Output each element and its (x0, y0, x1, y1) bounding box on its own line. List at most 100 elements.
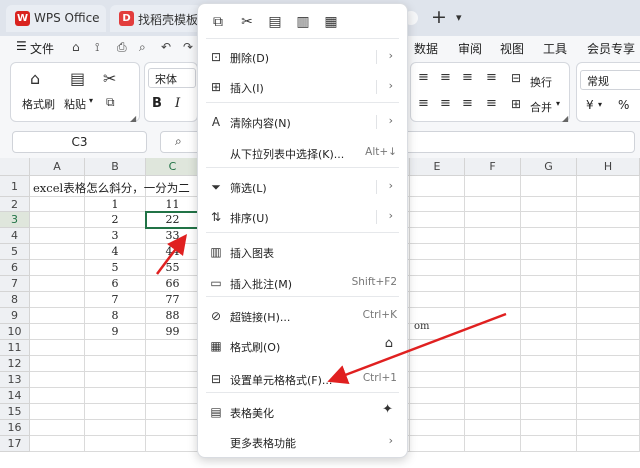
column-header-g[interactable]: G (521, 158, 577, 176)
row-header-13[interactable]: 13 (0, 372, 30, 388)
italic-button[interactable]: I (175, 96, 180, 111)
cell-f10[interactable] (465, 324, 521, 340)
menu-item-format-cells[interactable]: ⊟ 设置单元格格式(F)... Ctrl+1 (198, 364, 407, 394)
menu-file[interactable]: 文件 (30, 40, 54, 57)
row-header-10[interactable]: 10 (0, 324, 30, 340)
cell-b9[interactable]: 8 (85, 308, 146, 324)
cell-a14[interactable] (30, 388, 85, 404)
cell-g8[interactable] (521, 292, 577, 308)
menu-review[interactable]: 审阅 (458, 40, 482, 57)
magic-wand-icon[interactable]: ✦ (382, 402, 393, 417)
align-left-icon[interactable]: ≡ (418, 96, 429, 111)
cell-f8[interactable] (465, 292, 521, 308)
cell-g17[interactable] (521, 436, 577, 452)
cell-h11[interactable] (577, 340, 640, 356)
align-center-icon[interactable]: ≡ (440, 96, 451, 111)
cell-a16[interactable] (30, 420, 85, 436)
cell-c17[interactable] (146, 436, 200, 452)
cell-f15[interactable] (465, 404, 521, 420)
cell-a6[interactable] (30, 260, 85, 276)
paste-special-icon[interactable]: ▦ (321, 12, 341, 32)
cell-h6[interactable] (577, 260, 640, 276)
cell-e8[interactable] (410, 292, 465, 308)
percent-button[interactable]: % (618, 98, 629, 112)
cell-a15[interactable] (30, 404, 85, 420)
cell-h8[interactable] (577, 292, 640, 308)
cell-g11[interactable] (521, 340, 577, 356)
column-header-e[interactable]: E (410, 158, 465, 176)
menu-item-item-3[interactable]: 从下拉列表中选择(K)... Alt+↓ (198, 138, 407, 168)
tab-template-store[interactable]: D 找稻壳模板 (110, 5, 202, 32)
cell-c8[interactable]: 77 (146, 292, 200, 308)
merge-chevron-icon[interactable]: ▾ (556, 99, 560, 108)
cell-g14[interactable] (521, 388, 577, 404)
menu-view[interactable]: 视图 (500, 40, 524, 57)
row-header-9[interactable]: 9 (0, 308, 30, 324)
menu-item-item-12[interactable]: 更多表格功能 › (198, 427, 407, 457)
copy-icon[interactable]: ⧉ (208, 12, 228, 32)
bold-button[interactable]: B (152, 96, 162, 111)
dialog-launcher-icon[interactable]: ◢ (130, 114, 136, 123)
cell-a11[interactable] (30, 340, 85, 356)
cell-h14[interactable] (577, 388, 640, 404)
column-header-c[interactable]: C (146, 158, 200, 176)
cell-b5[interactable]: 4 (85, 244, 146, 260)
row-header-1[interactable]: 1 (0, 176, 30, 197)
cell-g13[interactable] (521, 372, 577, 388)
cell-c2[interactable]: 11 (146, 197, 200, 212)
paste-icon[interactable]: ▤ (70, 69, 85, 88)
redo-icon[interactable]: ↷ (183, 40, 193, 54)
format-painter-icon[interactable]: ⌂ (385, 336, 393, 351)
cell-c12[interactable] (146, 356, 200, 372)
row-header-4[interactable]: 4 (0, 228, 30, 244)
cell-h10[interactable] (577, 324, 640, 340)
dialog-launcher-icon[interactable]: ◢ (562, 114, 568, 123)
cell-g2[interactable] (521, 197, 577, 212)
cell-e17[interactable] (410, 436, 465, 452)
font-name-select[interactable]: 宋体 (148, 68, 196, 88)
cell-f4[interactable] (465, 228, 521, 244)
cell-h2[interactable] (577, 197, 640, 212)
cell-a2[interactable] (30, 197, 85, 212)
merge-icon[interactable]: ⊞ (511, 97, 521, 111)
cell-g9[interactable] (521, 308, 577, 324)
currency-button[interactable]: ¥ (586, 98, 594, 112)
row-header-17[interactable]: 17 (0, 436, 30, 452)
menu-item-comment[interactable]: ▭ 插入批注(M) Shift+F2 (198, 268, 407, 298)
orientation-icon[interactable]: ≡ (486, 70, 497, 85)
cell-c10[interactable]: 99 (146, 324, 200, 340)
tab-list-chevron-icon[interactable]: ▾ (456, 11, 462, 24)
cell-h4[interactable] (577, 228, 640, 244)
cell-f7[interactable] (465, 276, 521, 292)
cell-a8[interactable] (30, 292, 85, 308)
cell-e1[interactable] (410, 176, 465, 197)
cell-g4[interactable] (521, 228, 577, 244)
cell-f2[interactable] (465, 197, 521, 212)
cell-a5[interactable] (30, 244, 85, 260)
paste-button[interactable]: 粘贴 (64, 96, 86, 112)
row-header-7[interactable]: 7 (0, 276, 30, 292)
column-header-h[interactable]: H (577, 158, 640, 176)
row-header-5[interactable]: 5 (0, 244, 30, 260)
cell-a9[interactable] (30, 308, 85, 324)
cell-g16[interactable] (521, 420, 577, 436)
cell-c14[interactable] (146, 388, 200, 404)
cell-h3[interactable] (577, 212, 640, 228)
cell-g15[interactable] (521, 404, 577, 420)
menu-item-sort[interactable]: ⇅ 排序(U) › (198, 202, 407, 232)
cell-c6[interactable]: 55 (146, 260, 200, 276)
cut-icon[interactable]: ✂ (237, 12, 257, 32)
menu-item-brush[interactable]: ▦ 格式刷(O) ⌂ (198, 331, 407, 361)
cell-f16[interactable] (465, 420, 521, 436)
row-header-2[interactable]: 2 (0, 197, 30, 212)
new-tab-plus-icon[interactable]: + (431, 6, 447, 28)
format-painter-icon[interactable]: ⌂ (30, 69, 40, 88)
row-header-14[interactable]: 14 (0, 388, 30, 404)
merge-button[interactable]: 合并 (530, 99, 552, 115)
cell-b11[interactable] (85, 340, 146, 356)
cell-a17[interactable] (30, 436, 85, 452)
menu-item-chart[interactable]: ▥ 插入图表 (198, 237, 407, 267)
cell-h17[interactable] (577, 436, 640, 452)
cell-h15[interactable] (577, 404, 640, 420)
cell-c7[interactable]: 66 (146, 276, 200, 292)
